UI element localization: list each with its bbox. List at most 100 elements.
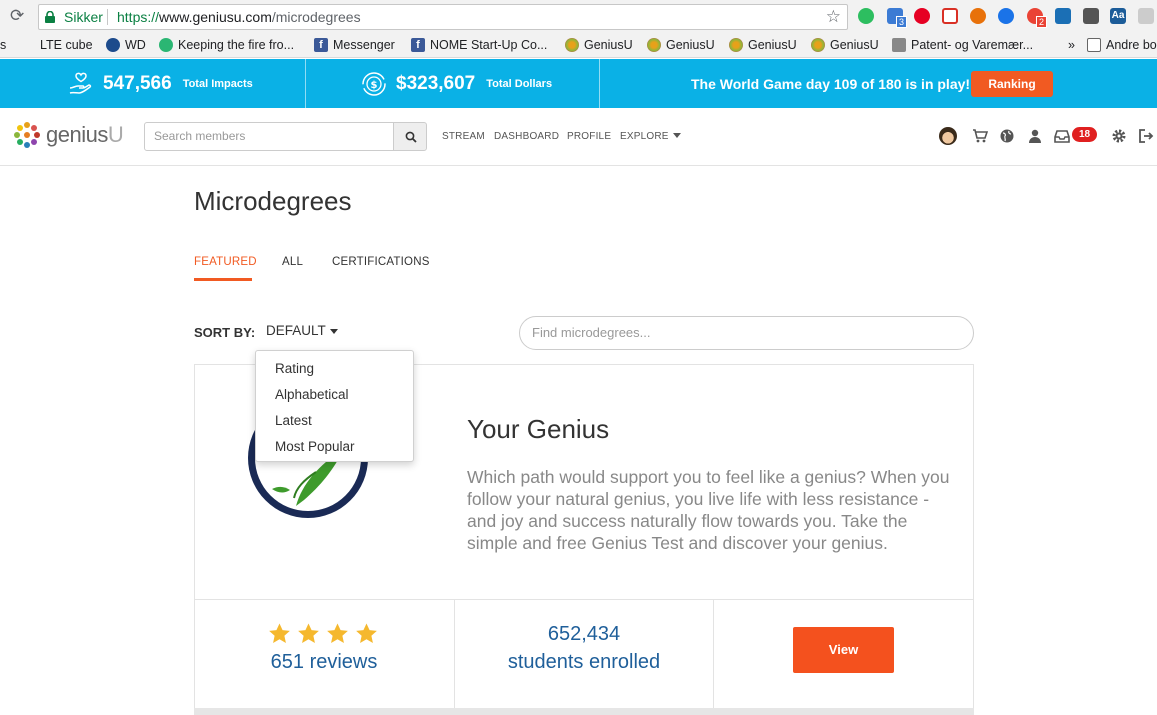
bookmark-item[interactable]: GeniusU xyxy=(729,38,797,52)
bookmark-folder[interactable]: Andre bo xyxy=(1087,38,1157,52)
bookmark-item[interactable]: WD xyxy=(106,38,146,52)
impacts-label: Total Impacts xyxy=(182,77,253,90)
world-game-text: The World Game day 109 of 180 is in play… xyxy=(691,75,971,92)
address-separator xyxy=(107,9,108,25)
svg-text:$: $ xyxy=(371,80,378,91)
evernote-icon[interactable] xyxy=(858,8,874,24)
active-tab-indicator xyxy=(194,278,252,281)
view-button[interactable]: View xyxy=(793,627,894,673)
gear-icon[interactable] xyxy=(1111,128,1127,144)
find-microdegrees-input[interactable]: Find microdegrees... xyxy=(519,316,974,350)
geniusu-icon xyxy=(647,38,661,52)
bookmark-item[interactable]: s xyxy=(0,38,6,52)
dictionary-icon[interactable]: Aa xyxy=(1110,8,1126,24)
wd-icon xyxy=(106,38,120,52)
impact-divider xyxy=(599,59,600,108)
dollars-value: $323,607 xyxy=(396,72,476,94)
impact-bar: 547,566 Total Impacts $ $323,607 Total D… xyxy=(0,59,1157,108)
reviews-count[interactable]: 651 reviews xyxy=(194,651,454,674)
globe-icon[interactable] xyxy=(999,128,1015,144)
chat-extension-icon[interactable] xyxy=(998,8,1014,24)
geniusu-icon xyxy=(565,38,579,52)
chevron-down-icon xyxy=(672,133,681,138)
total-dollars: $ $323,607 Total Dollars xyxy=(361,59,552,108)
google-plus-icon[interactable]: 2 xyxy=(1027,8,1048,28)
pinterest-icon[interactable] xyxy=(914,8,930,24)
dollars-label: Total Dollars xyxy=(486,77,553,90)
chevron-down-icon xyxy=(329,329,338,334)
browser-toolbar: ⟳ Sikker https://www.geniusu.com/microde… xyxy=(0,0,1157,34)
secure-label: Sikker xyxy=(64,9,103,25)
star-icon xyxy=(298,623,319,643)
ranking-button[interactable]: Ranking xyxy=(971,71,1053,97)
card-title[interactable]: Your Genius xyxy=(467,414,609,445)
sort-dropdown-menu: Rating Alphabetical Latest Most Popular xyxy=(255,350,414,462)
logout-icon[interactable] xyxy=(1138,128,1154,144)
member-search-input[interactable]: Search members xyxy=(144,122,394,151)
bookmarks-bar: s LTE cube WD Keeping the fire fro... fM… xyxy=(0,34,1157,58)
card-description: Which path would support you to feel lik… xyxy=(467,467,950,553)
tab-all[interactable]: ALL xyxy=(282,256,303,268)
total-impacts: 547,566 Total Impacts xyxy=(68,59,253,108)
search-button[interactable] xyxy=(393,122,427,151)
patent-office-icon xyxy=(892,38,906,52)
nav-stream[interactable]: STREAM xyxy=(442,131,485,142)
gmail-icon[interactable] xyxy=(942,8,958,24)
sort-option-latest[interactable]: Latest xyxy=(275,413,312,428)
world-game-status: The World Game day 109 of 180 is in play… xyxy=(691,59,970,108)
bookmarks-overflow-icon[interactable]: » xyxy=(1068,38,1075,52)
students-label: students enrolled xyxy=(507,651,661,673)
sort-label: SORT BY: xyxy=(194,325,256,340)
site-icon xyxy=(159,38,173,52)
folder-icon xyxy=(1087,38,1101,52)
cart-icon[interactable] xyxy=(972,128,988,144)
tab-featured[interactable]: FEATURED xyxy=(194,256,257,268)
user-icon[interactable] xyxy=(1027,128,1043,144)
nav-dashboard[interactable]: DASHBOARD xyxy=(494,131,559,142)
notification-badge[interactable]: 18 xyxy=(1072,127,1097,142)
star-icon xyxy=(327,623,348,643)
reload-icon[interactable]: ⟳ xyxy=(10,7,28,25)
facebook-icon: f xyxy=(411,38,425,52)
address-bar[interactable]: Sikker https://www.geniusu.com/microdegr… xyxy=(38,4,848,30)
sort-option-most-popular[interactable]: Most Popular xyxy=(275,439,355,454)
bookmark-item[interactable]: GeniusU xyxy=(565,38,633,52)
impact-divider xyxy=(305,59,306,108)
inbox-icon[interactable] xyxy=(1054,128,1070,144)
tab-certifications[interactable]: CERTIFICATIONS xyxy=(332,256,430,268)
honey-icon[interactable] xyxy=(970,8,986,24)
geniusu-logo[interactable]: geniusU xyxy=(13,121,124,149)
bookmark-item[interactable]: LTE cube xyxy=(40,38,93,52)
bookmark-item[interactable]: f NOME Start-Up Co... xyxy=(411,38,547,52)
camera-extension-icon[interactable] xyxy=(1055,8,1071,24)
rating-stars xyxy=(268,622,378,645)
bookmark-item[interactable]: Patent- og Varemær... xyxy=(892,38,1033,52)
page-title: Microdegrees xyxy=(194,186,352,216)
geniusu-icon xyxy=(729,38,743,52)
url-text[interactable]: https://www.geniusu.com/microdegrees xyxy=(117,5,361,29)
impacts-value: 547,566 xyxy=(103,72,172,94)
nav-profile[interactable]: PROFILE xyxy=(567,131,611,142)
geniusu-icon xyxy=(811,38,825,52)
nav-explore[interactable]: EXPLORE xyxy=(620,131,681,142)
geniusu-logo-icon xyxy=(14,122,40,148)
bookmark-item[interactable]: GeniusU xyxy=(647,38,715,52)
avatar[interactable] xyxy=(939,127,957,145)
sort-dropdown-toggle[interactable]: DEFAULT xyxy=(266,323,338,338)
hand-heart-icon xyxy=(69,72,92,94)
site-header: geniusU Search members STREAM DASHBOARD … xyxy=(0,108,1157,166)
facebook-icon: f xyxy=(314,38,328,52)
star-icon xyxy=(269,623,290,643)
bookmark-item[interactable]: Keeping the fire fro... xyxy=(159,38,294,52)
bookmark-star-icon[interactable]: ☆ xyxy=(826,5,841,29)
bookmark-item[interactable]: f Messenger xyxy=(314,38,395,52)
sort-option-alphabetical[interactable]: Alphabetical xyxy=(275,387,349,402)
bookmark-item[interactable]: GeniusU xyxy=(811,38,879,52)
download-icon[interactable] xyxy=(1083,8,1099,24)
star-icon xyxy=(356,623,377,643)
search-icon xyxy=(405,131,417,143)
mail-extension-icon[interactable]: 3 xyxy=(887,8,908,28)
sort-option-rating[interactable]: Rating xyxy=(275,361,314,376)
screenshot-icon[interactable] xyxy=(1138,8,1154,24)
card-divider xyxy=(194,599,974,600)
